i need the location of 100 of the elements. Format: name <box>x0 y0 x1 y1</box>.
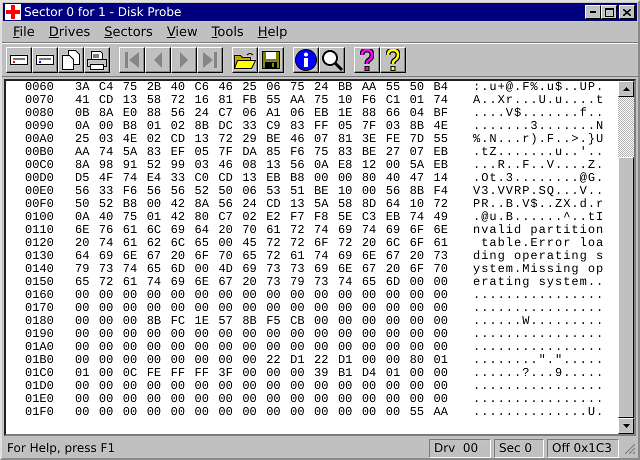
hex-bytes-text: 00 00 00 8B FC 1E 57 8B F5 CB 00 00 00 00 00 00 <box>75 315 449 328</box>
ascii-text: nvalid partition <box>473 224 604 237</box>
hex-bytes-text: 00 00 00 00 00 00 00 00 22 D1 22 D1 00 00 80 01 <box>75 354 449 367</box>
hex-bytes-text: 00 00 00 00 00 00 00 00 00 00 00 00 00 00 00 00 <box>75 380 449 393</box>
hex-bytes-text: 64 69 6E 67 20 6F 70 65 72 61 74 69 6E 67 20 73 <box>75 250 449 263</box>
maximize-button[interactable] <box>601 5 617 19</box>
hex-bytes-text: 00 00 00 00 00 00 00 00 00 00 00 00 00 00 00 00 <box>75 302 449 315</box>
offset-text: 01E0 <box>25 393 55 406</box>
ascii-text: .@u.B......^..tI <box>473 211 604 224</box>
hex-bytes-text: 50 52 B8 00 42 8A 56 24 CD 13 5A 58 8D 64 10 72 <box>75 198 449 211</box>
scroll-down-button[interactable] <box>618 418 634 434</box>
toolbar-button[interactable] <box>258 47 284 73</box>
ascii-text: V3.VVRP.SQ...V.. <box>473 185 604 198</box>
offset-text: 01C0 <box>25 367 55 380</box>
hex-bytes-text: 00 00 00 00 00 00 00 00 00 00 00 00 00 00 00 00 <box>75 289 449 302</box>
offset-text: 0100 <box>25 211 55 224</box>
offset-text: 00C0 <box>25 159 55 172</box>
menu-item[interactable]: Tools <box>204 24 251 40</box>
toolbar-button[interactable] <box>58 47 84 73</box>
ascii-text: ........"."..... <box>473 354 604 367</box>
toolbar-button[interactable] <box>354 47 380 73</box>
skip-start-icon <box>124 51 140 69</box>
offset-text: 0120 <box>25 237 55 250</box>
ascii-text: .Ot.3........@G. <box>473 172 604 185</box>
maximize-icon <box>604 8 614 16</box>
ascii-text: ................ <box>473 380 604 393</box>
offset-text: 01B0 <box>25 354 55 367</box>
offset-text: 0110 <box>25 224 55 237</box>
hex-bytes-text: 00 00 00 00 00 00 00 00 00 00 00 00 00 00 55 AA <box>75 406 449 419</box>
hex-bytes-text: 3A C4 75 2B 40 C6 46 25 06 75 24 BB AA 55 50 B4 <box>75 81 449 94</box>
menu-item[interactable]: Sectors <box>97 24 160 40</box>
scrollbar[interactable] <box>618 81 634 434</box>
pages-icon <box>62 50 80 70</box>
cross-icon <box>5 4 21 20</box>
search-icon <box>321 49 343 71</box>
toolbar-button[interactable] <box>319 47 345 73</box>
ascii-text: ..............U. <box>473 406 604 419</box>
offset-text: 0180 <box>25 315 55 328</box>
status-pane: Sec 0 <box>494 438 544 458</box>
ascii-text: erating system.. <box>473 276 604 289</box>
toolbar-button[interactable] <box>6 47 32 73</box>
ascii-text: PR..B.V$..ZX.d.r <box>473 198 604 211</box>
hex-bytes-text: 20 74 61 62 6C 65 00 45 72 72 6F 72 20 6C 6F 61 <box>75 237 449 250</box>
close-button[interactable] <box>619 5 635 19</box>
offset-text: 0190 <box>25 328 55 341</box>
offset-text: 00B0 <box>25 146 55 159</box>
close-icon <box>623 8 631 16</box>
hex-bytes-text: AA 74 5A 83 EF 05 7F DA 85 F6 75 83 BE 27 07 EB <box>75 146 449 159</box>
menu-item[interactable]: File <box>6 24 42 40</box>
ascii-text: %.N...r).F..>.}U <box>473 133 604 146</box>
triangle-up-icon <box>622 87 630 91</box>
question-mark-icon <box>386 49 400 71</box>
hex-bytes-text: 0A 00 B8 01 02 8B DC 33 C9 83 FF 05 7F 03 8B 4E <box>75 120 449 133</box>
menu-item[interactable]: Help <box>250 24 294 40</box>
ascii-text: .tZ.......u..'.. <box>473 146 604 159</box>
toolbar-button[interactable] <box>293 47 319 73</box>
hex-bytes-text: 00 00 00 00 00 00 00 00 00 00 00 00 00 00 00 00 <box>75 393 449 406</box>
ascii-text: ......?...9..... <box>473 367 604 380</box>
ascii-text: ................ <box>473 302 604 315</box>
offset-text: 0060 <box>25 81 55 94</box>
status-message: For Help, press F1 <box>6 441 116 455</box>
toolbar-button[interactable] <box>84 47 110 73</box>
ascii-text: ................ <box>473 289 604 302</box>
status-pane: Drv 00 <box>429 438 491 458</box>
question-mark-icon <box>360 49 374 71</box>
menu-item[interactable]: View <box>160 24 205 40</box>
skip-end-icon <box>202 51 218 69</box>
hex-bytes-text: 0A 40 75 01 42 80 C7 02 E2 F7 F8 5E C3 EB 74 49 <box>75 211 449 224</box>
ascii-text: ................ <box>473 341 604 354</box>
offset-text: 00D0 <box>25 172 55 185</box>
minimize-icon <box>590 11 596 13</box>
ascii-text: ....V$.......f.. <box>473 107 604 120</box>
hex-bytes-text: 56 33 F6 56 56 52 50 06 53 51 BE 10 00 56 8B F4 <box>75 185 449 198</box>
info-icon <box>295 49 317 71</box>
ascii-text: ...R..F..V....Z. <box>473 159 604 172</box>
status-pane: Off 0x1C3 <box>547 438 619 458</box>
offset-text: 01A0 <box>25 341 55 354</box>
hex-bytes-text: 65 72 61 74 69 6E 67 20 73 79 73 74 65 6D 00 00 <box>75 276 449 289</box>
resize-grip-icon <box>622 441 636 455</box>
minimize-button[interactable] <box>585 5 601 19</box>
printer-icon <box>87 50 107 70</box>
offset-text: 01F0 <box>25 406 55 419</box>
folder-icon <box>234 52 256 68</box>
toolbar-button[interactable] <box>380 47 406 73</box>
ascii-text: :.u+@.F%.u$..UP. <box>473 81 604 94</box>
scroll-thumb[interactable] <box>618 157 634 418</box>
ascii-text: ......W......... <box>473 315 604 328</box>
hex-bytes-text: 00 00 00 00 00 00 00 00 00 00 00 00 00 00 00 00 <box>75 341 449 354</box>
triangle-right-icon <box>179 51 189 69</box>
scroll-up-button[interactable] <box>618 81 634 97</box>
offset-text: 00E0 <box>25 185 55 198</box>
toolbar-button[interactable] <box>232 47 258 73</box>
triangle-left-icon <box>153 51 163 69</box>
offset-text: 0090 <box>25 120 55 133</box>
toolbar-button[interactable] <box>32 47 58 73</box>
offset-text: 0080 <box>25 107 55 120</box>
hex-bytes-text: 25 03 4E 02 CD 13 72 29 BE 46 07 81 3E FE 7D 55 <box>75 133 449 146</box>
offset-text: 00A0 <box>25 133 55 146</box>
menu-item[interactable]: Drives <box>42 24 98 40</box>
hex-bytes-text: 41 CD 13 58 72 16 81 FB 55 AA 75 10 F6 C1 01 74 <box>75 94 449 107</box>
